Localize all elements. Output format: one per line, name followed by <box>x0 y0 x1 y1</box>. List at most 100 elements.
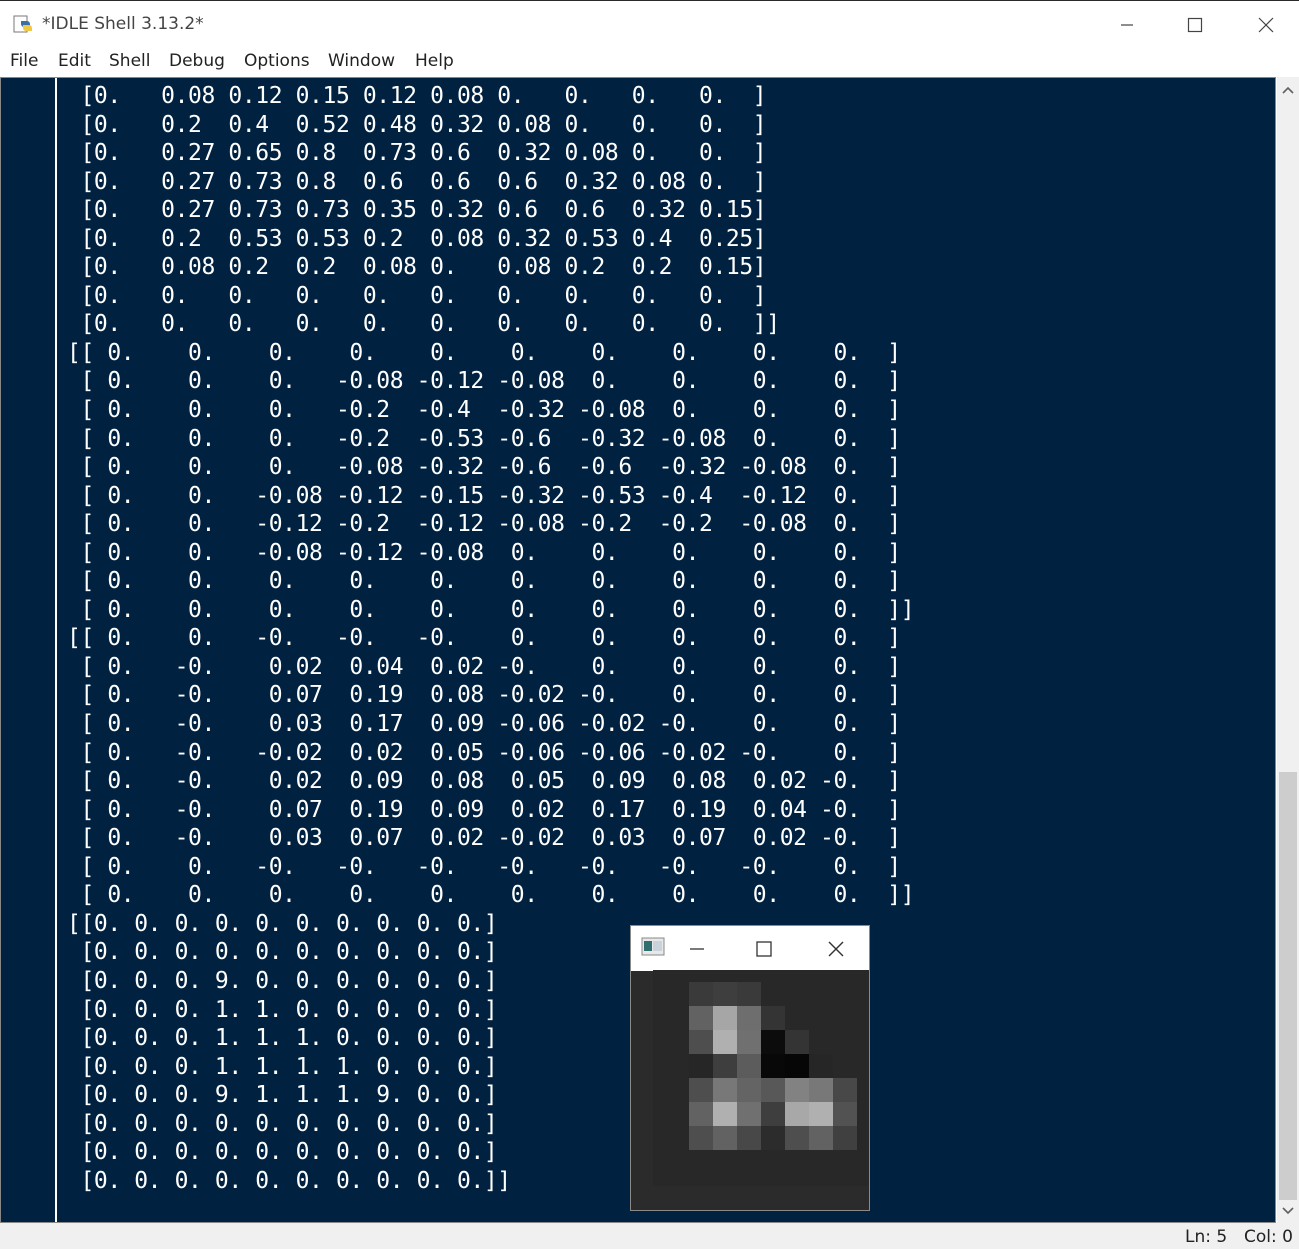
image-pixel <box>737 1126 762 1151</box>
image-pixel <box>665 970 690 983</box>
image-pixel <box>761 1078 786 1103</box>
image-pixel <box>689 1102 714 1127</box>
image-pixel <box>665 1078 690 1103</box>
menu-options[interactable]: Options <box>244 51 310 71</box>
image-pixel <box>665 1102 690 1127</box>
image-pixel <box>857 1054 869 1079</box>
image-pixel <box>785 1150 810 1175</box>
close-button[interactable] <box>1243 5 1289 45</box>
image-pixel <box>857 1078 869 1103</box>
image-pixel <box>653 1030 666 1055</box>
image-pixel <box>653 1150 666 1175</box>
close-icon <box>828 941 844 957</box>
image-app-icon <box>641 937 665 956</box>
image-pixel <box>713 982 738 1007</box>
image-pixel <box>689 1174 714 1186</box>
image-pixel <box>761 1150 786 1175</box>
image-pixel <box>713 1030 738 1055</box>
image-pixel <box>653 982 666 1007</box>
menu-shell[interactable]: Shell <box>109 51 150 71</box>
maximize-button[interactable] <box>1172 5 1218 45</box>
image-pixel <box>857 982 869 1007</box>
menu-file[interactable]: File <box>10 51 38 71</box>
image-pixel <box>809 1078 834 1103</box>
image-pixel <box>857 1150 869 1175</box>
image-window-close[interactable] <box>816 932 856 966</box>
image-pixel <box>809 1150 834 1175</box>
image-pixel <box>653 1126 666 1151</box>
image-pixel <box>857 1102 869 1127</box>
image-pixel <box>833 982 858 1007</box>
chevron-up-icon <box>1282 86 1294 94</box>
image-pixel <box>689 982 714 1007</box>
image-pixel <box>809 1006 834 1031</box>
image-pixel <box>785 1006 810 1031</box>
image-pixel <box>833 1150 858 1175</box>
image-pixel <box>737 982 762 1007</box>
image-pixel <box>809 1174 834 1186</box>
image-pixel <box>857 1174 869 1186</box>
minimize-icon <box>1121 24 1133 26</box>
scrollbar-thumb[interactable] <box>1279 772 1297 1200</box>
image-pixel <box>785 1174 810 1186</box>
image-pixel <box>761 1006 786 1031</box>
image-pixel <box>665 1054 690 1079</box>
status-bar: Ln: 5 Col: 0 <box>0 1223 1299 1249</box>
image-window-minimize[interactable] <box>677 932 717 966</box>
image-pixel <box>857 970 869 983</box>
image-pixel <box>809 1030 834 1055</box>
image-pixel <box>665 1030 690 1055</box>
image-window-maximize[interactable] <box>744 932 784 966</box>
gutter-divider <box>55 78 57 1222</box>
image-pixel <box>713 1102 738 1127</box>
image-pixel <box>689 1030 714 1055</box>
image-pixel <box>737 1078 762 1103</box>
image-window-titlebar[interactable] <box>631 926 869 971</box>
menu-window[interactable]: Window <box>328 51 395 71</box>
image-pixel <box>713 1006 738 1031</box>
grayscale-image-canvas <box>653 970 869 1186</box>
image-pixel <box>665 1150 690 1175</box>
chevron-down-icon <box>1282 1207 1294 1215</box>
image-pixel <box>761 982 786 1007</box>
image-pixel <box>857 1126 869 1151</box>
vertical-scrollbar[interactable] <box>1277 77 1299 1223</box>
status-line-number: Ln: 5 <box>1185 1227 1228 1247</box>
title-bar: *IDLE Shell 3.13.2* <box>0 0 1299 48</box>
image-pixel <box>833 1126 858 1151</box>
image-pixel <box>761 1102 786 1127</box>
image-pixel <box>713 1150 738 1175</box>
maximize-icon <box>756 941 772 957</box>
menu-debug[interactable]: Debug <box>169 51 225 71</box>
image-pixel <box>809 1126 834 1151</box>
image-pixel <box>785 1126 810 1151</box>
image-pixel <box>785 1030 810 1055</box>
image-pixel <box>689 1126 714 1151</box>
image-pixel <box>761 1126 786 1151</box>
image-pixel <box>761 1054 786 1079</box>
image-pixel <box>761 1174 786 1186</box>
image-pixel <box>653 1054 666 1079</box>
image-pixel <box>653 970 666 983</box>
menu-help[interactable]: Help <box>415 51 454 71</box>
image-pixel <box>713 1078 738 1103</box>
image-pixel <box>833 1054 858 1079</box>
image-pixel <box>809 982 834 1007</box>
image-pixel <box>833 1030 858 1055</box>
image-pixel <box>809 1054 834 1079</box>
image-pixel <box>833 1078 858 1103</box>
image-pixel <box>809 970 834 983</box>
menu-edit[interactable]: Edit <box>58 51 91 71</box>
close-icon <box>1258 17 1274 33</box>
scroll-down-button[interactable] <box>1277 1200 1299 1222</box>
image-pixel <box>833 1006 858 1031</box>
image-pixel <box>713 1054 738 1079</box>
scroll-up-button[interactable] <box>1277 79 1299 101</box>
image-pixel <box>653 1006 666 1031</box>
image-window[interactable] <box>630 925 870 1211</box>
menu-bar: File Edit Shell Debug Options Window Hel… <box>0 48 1299 76</box>
image-pixel <box>653 1174 666 1186</box>
image-pixel <box>857 1006 869 1031</box>
image-pixel <box>665 982 690 1007</box>
minimize-button[interactable] <box>1104 5 1150 45</box>
